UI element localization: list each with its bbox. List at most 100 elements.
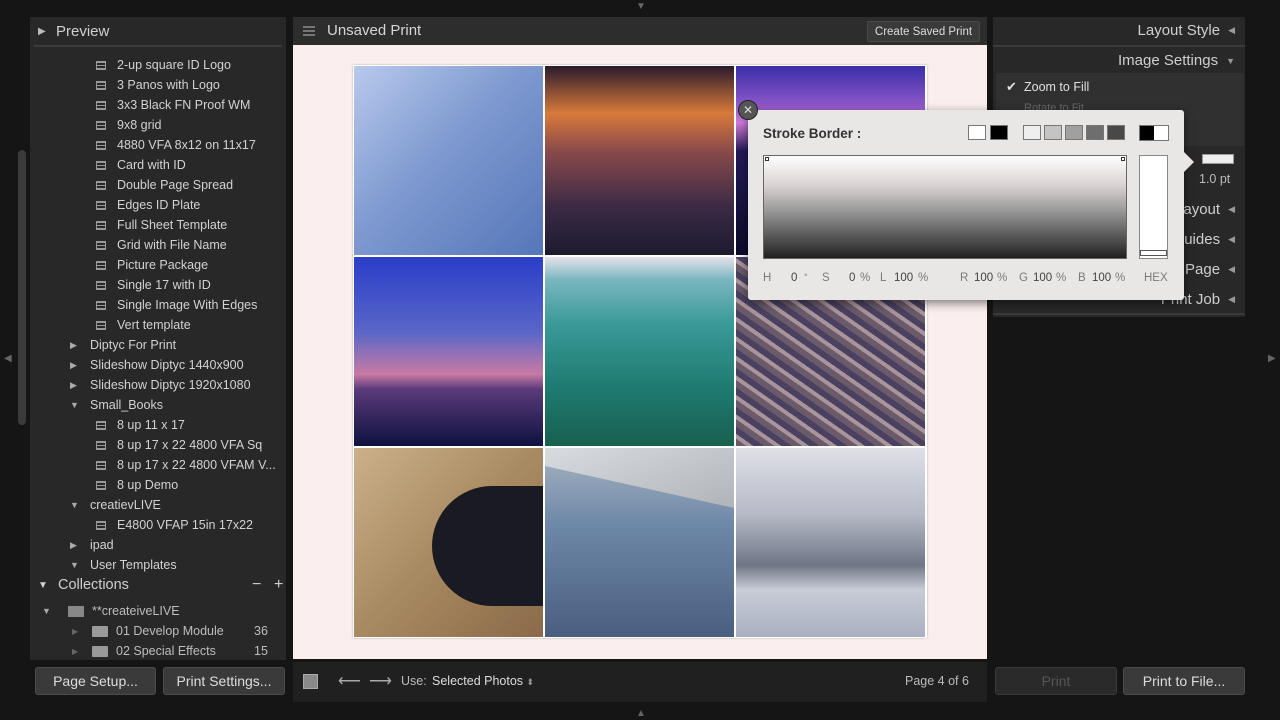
- template-item[interactable]: Single Image With Edges: [30, 295, 286, 315]
- template-label: 2-up square ID Logo: [117, 58, 231, 72]
- template-item[interactable]: 8 up 11 x 17: [30, 415, 286, 435]
- disclosure-triangle-icon: ▶: [72, 626, 79, 636]
- template-icon: [96, 280, 106, 290]
- template-item[interactable]: 4880 VFA 8x12 on 11x17: [30, 135, 286, 155]
- color-cursor[interactable]: [765, 157, 769, 161]
- template-folder[interactable]: ▶ Slideshow Diptyc 1920x1080: [30, 375, 286, 395]
- disclosure-triangle-icon[interactable]: ▶: [70, 540, 86, 551]
- print-button[interactable]: Print: [995, 667, 1117, 695]
- template-item[interactable]: Picture Package: [30, 255, 286, 275]
- lightness-slider[interactable]: [1139, 155, 1168, 259]
- disclosure-triangle-icon[interactable]: ▼: [70, 560, 86, 570]
- print-to-file-button[interactable]: Print to File...: [1123, 667, 1245, 695]
- stop-icon[interactable]: [303, 674, 318, 689]
- print-settings-button[interactable]: Print Settings...: [163, 667, 285, 695]
- template-item[interactable]: Full Sheet Template: [30, 215, 286, 235]
- template-item[interactable]: Single 17 with ID: [30, 275, 286, 295]
- create-saved-print-button[interactable]: Create Saved Print: [867, 21, 980, 42]
- template-item[interactable]: 8 up 17 x 22 4800 VFA Sq: [30, 435, 286, 455]
- swatch-black-white-toggle[interactable]: [1139, 125, 1169, 141]
- h-value[interactable]: 0: [791, 272, 797, 284]
- remove-collection-icon[interactable]: −: [252, 576, 261, 594]
- template-item[interactable]: Grid with File Name: [30, 235, 286, 255]
- slider-thumb[interactable]: [1140, 250, 1167, 256]
- swatch-3[interactable]: [1065, 125, 1083, 140]
- template-item[interactable]: 9x8 grid: [30, 115, 286, 135]
- preview-panel-header[interactable]: ▶ Preview: [30, 17, 286, 45]
- right-panel-toggle-icon[interactable]: ▶: [1268, 354, 1276, 364]
- photo-cell[interactable]: [354, 448, 543, 637]
- template-item[interactable]: Edges ID Plate: [30, 195, 286, 215]
- swatch-black[interactable]: [990, 125, 1008, 140]
- collection-row[interactable]: ▶ 01 Develop Module 36: [72, 621, 272, 641]
- template-item[interactable]: Vert template: [30, 315, 286, 335]
- photo-cell[interactable]: [354, 257, 543, 446]
- swatch-white[interactable]: [968, 125, 986, 140]
- template-label: ipad: [90, 538, 114, 552]
- image-settings-header[interactable]: Image Settings ▼: [1118, 52, 1235, 69]
- swatch-4[interactable]: [1086, 125, 1104, 140]
- disclosure-triangle-icon[interactable]: ▶: [70, 380, 86, 391]
- template-folder[interactable]: ▼ Small_Books: [30, 395, 286, 415]
- swatch-5[interactable]: [1107, 125, 1125, 140]
- template-folder[interactable]: ▶ Diptyc For Print: [30, 335, 286, 355]
- r-value[interactable]: 100: [974, 272, 993, 284]
- page-setup-button[interactable]: Page Setup...: [35, 667, 156, 695]
- folder-icon: [92, 645, 108, 657]
- left-arrow-icon[interactable]: ⟵: [338, 671, 361, 691]
- template-folder[interactable]: ▶ ipad: [30, 535, 286, 555]
- l-value[interactable]: 100: [894, 272, 913, 284]
- disclosure-triangle-icon[interactable]: ▼: [70, 500, 86, 510]
- picker-pointer: [1182, 150, 1194, 174]
- g-value[interactable]: 100: [1033, 272, 1052, 284]
- disclosure-triangle-icon[interactable]: ▶: [70, 360, 86, 371]
- template-item[interactable]: E4800 VFAP 15in 17x22: [30, 515, 286, 535]
- template-item[interactable]: 8 up Demo: [30, 475, 286, 495]
- b-value[interactable]: 100: [1092, 272, 1111, 284]
- color-cursor[interactable]: [1121, 157, 1125, 161]
- photo-cell[interactable]: [354, 66, 543, 255]
- layout-style-header[interactable]: Layout Style ◀: [1138, 22, 1235, 39]
- s-value[interactable]: 0: [849, 272, 855, 284]
- template-item[interactable]: 3 Panos with Logo: [30, 75, 286, 95]
- template-item[interactable]: 8 up 17 x 22 4800 VFAM V...: [30, 455, 286, 475]
- template-item[interactable]: 3x3 Black FN Proof WM: [30, 95, 286, 115]
- page-header[interactable]: Page ◀: [1185, 261, 1235, 278]
- color-field[interactable]: [763, 155, 1127, 259]
- bottom-panel-toggle-icon[interactable]: ▲: [636, 709, 646, 719]
- left-panel-scrollbar[interactable]: [18, 150, 26, 425]
- layout-header[interactable]: Layout ◀: [1175, 201, 1235, 218]
- template-item[interactable]: Card with ID: [30, 155, 286, 175]
- swatch-2[interactable]: [1044, 125, 1062, 140]
- stroke-color-swatch[interactable]: [1202, 154, 1234, 164]
- template-folder[interactable]: ▶ Slideshow Diptyc 1440x900: [30, 355, 286, 375]
- b-unit: %: [1115, 272, 1126, 284]
- photo-cell[interactable]: [545, 257, 734, 446]
- image-settings-label: Image Settings: [1118, 52, 1219, 69]
- left-panel-toggle-icon[interactable]: ◀: [4, 354, 12, 364]
- top-panel-toggle-icon[interactable]: ▼: [636, 2, 646, 12]
- hex-label[interactable]: HEX: [1144, 272, 1168, 284]
- swatch-1[interactable]: [1023, 125, 1041, 140]
- right-arrow-icon[interactable]: ⟶: [369, 671, 392, 691]
- template-item[interactable]: Double Page Spread: [30, 175, 286, 195]
- collections-header[interactable]: ▼ Collections − +: [38, 575, 284, 595]
- template-item[interactable]: 2-up square ID Logo: [30, 57, 286, 75]
- photo-cell[interactable]: [545, 448, 734, 637]
- use-select[interactable]: Selected Photos ⬍: [432, 674, 534, 688]
- add-collection-icon[interactable]: +: [274, 576, 283, 594]
- photo-cell[interactable]: [545, 66, 734, 255]
- template-folder[interactable]: ▼ User Templates: [30, 555, 286, 575]
- disclosure-triangle-icon[interactable]: ▼: [70, 400, 86, 410]
- collection-row[interactable]: ▶ 02 Special Effects 15: [72, 641, 272, 661]
- close-icon[interactable]: ✕: [738, 100, 758, 120]
- template-label: 8 up 17 x 22 4800 VFA Sq: [117, 438, 263, 452]
- template-icon: [96, 420, 106, 430]
- disclosure-triangle-icon[interactable]: ▶: [70, 340, 86, 351]
- zoom-to-fill-checkbox[interactable]: ✔ Zoom to Fill: [1006, 79, 1089, 95]
- template-folder[interactable]: ▼ creatievLIVE: [30, 495, 286, 515]
- zoom-to-fill-label: Zoom to Fill: [1024, 80, 1090, 94]
- collection-set-row[interactable]: ▼ **createiveLIVE: [42, 601, 180, 621]
- photo-cell[interactable]: [736, 448, 925, 637]
- use-label: Use:: [401, 674, 427, 688]
